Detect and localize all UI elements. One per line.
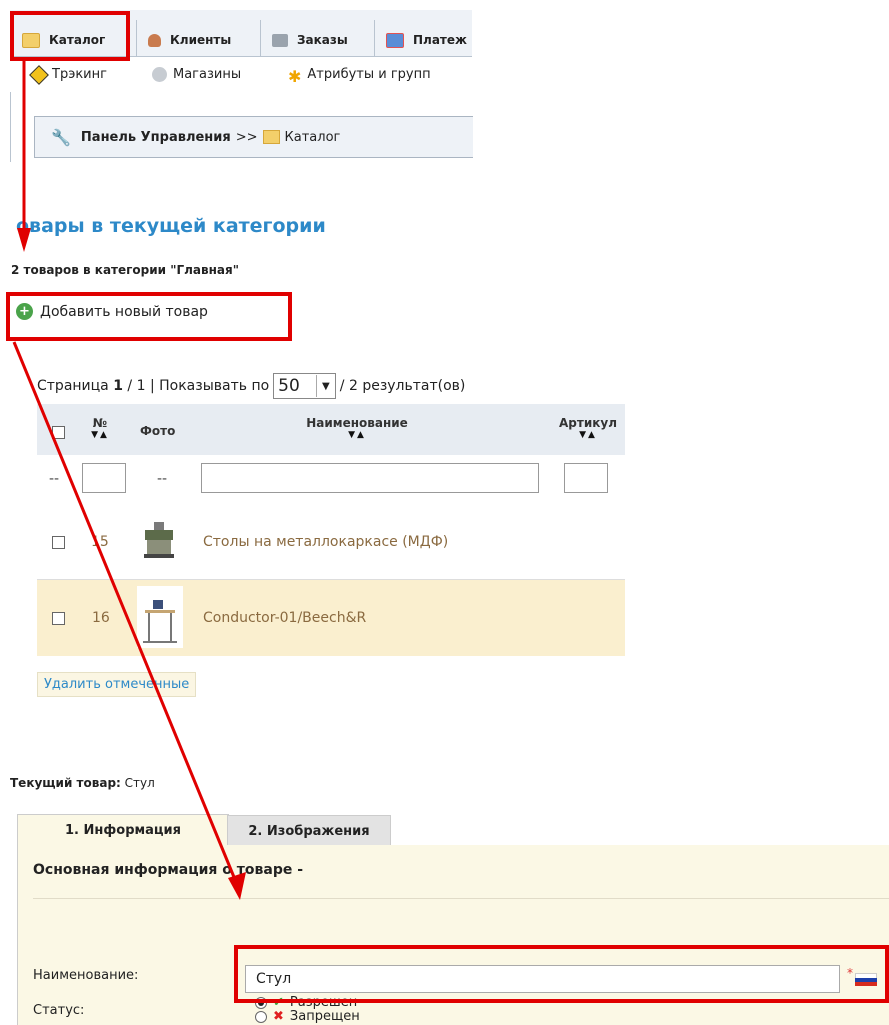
annotation-arrows [12, 60, 246, 900]
